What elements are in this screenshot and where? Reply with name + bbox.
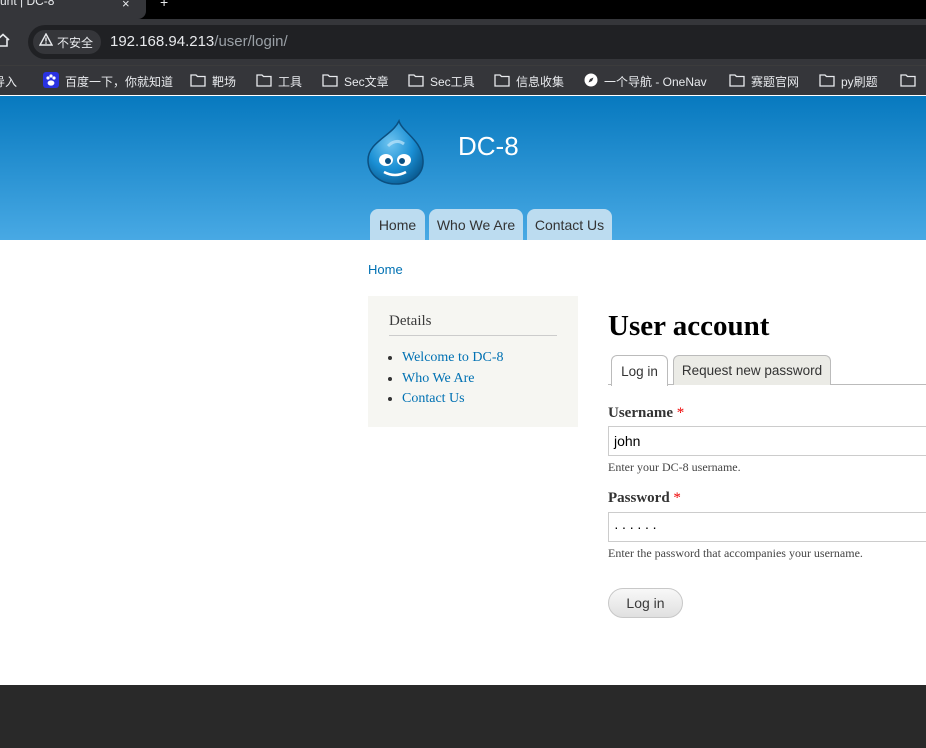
folder-icon (190, 73, 206, 90)
list-item: Contact Us (402, 389, 504, 410)
site-header: DC-8 Home Who We Are Contact Us (0, 96, 926, 240)
sidebar-title: Details (389, 313, 432, 329)
bookmark-folder-contest[interactable]: 赛题官网 (729, 72, 799, 90)
site-footer (0, 685, 926, 748)
browser-tab-bar: unt | DC-8 × + (0, 0, 926, 19)
security-chip[interactable]: 不安全 (33, 30, 102, 54)
bookmark-folder-info-gathering[interactable]: 信息收集 (494, 72, 564, 90)
log-in-button[interactable]: Log in (608, 588, 683, 618)
warning-icon (38, 32, 54, 51)
username-input[interactable]: john (608, 426, 926, 456)
sidebar-menu: Welcome to DC-8 Who We Are Contact Us (402, 348, 504, 410)
list-item: Welcome to DC-8 (402, 348, 504, 369)
password-input[interactable]: ······ (608, 512, 926, 542)
bookmark-import[interactable]: 导入 (0, 72, 17, 90)
tab-close-icon[interactable]: × (122, 0, 130, 11)
bookmarks-bar: 导入 百度一下，你就知道 靶场 工具 Sec文章 Sec工具 信息收集 一个导航… (0, 65, 926, 95)
bookmark-label: 信息收集 (516, 74, 565, 89)
password-description: Enter the password that accompanies your… (608, 546, 863, 560)
bookmark-baidu[interactable]: 百度一下，你就知道 (43, 71, 174, 91)
folder-icon (900, 73, 916, 90)
new-tab-icon[interactable]: + (160, 0, 168, 10)
username-label: Username * (608, 405, 684, 422)
url-text[interactable]: 192.168.94.213/user/login/ (110, 33, 288, 50)
bookmark-label: 百度一下，你就知道 (65, 74, 174, 89)
url-path: /user/login/ (214, 33, 288, 50)
nav-tab-contact-us[interactable]: Contact Us (527, 209, 612, 240)
bookmark-label: 赛题官网 (751, 74, 800, 89)
required-marker: * (676, 405, 685, 421)
drupal-logo-icon[interactable] (366, 118, 426, 186)
browser-tab[interactable]: unt | DC-8 × (0, 0, 146, 19)
bookmark-label: py刷题 (841, 74, 878, 89)
breadcrumb-home-link[interactable]: Home (368, 262, 403, 277)
username-description: Enter your DC-8 username. (608, 460, 741, 474)
username-label-text: Username (608, 405, 673, 421)
sidebar-divider (389, 335, 557, 336)
url-host: 192.168.94.213 (110, 33, 215, 50)
sidebar-link-who-we-are[interactable]: Who We Are (402, 371, 474, 386)
bookmark-label: 导入 (0, 74, 18, 89)
sidebar-details-block: Details Welcome to DC-8 Who We Are Conta… (368, 296, 578, 427)
bookmark-folder-range[interactable]: 靶场 (190, 72, 236, 90)
bookmark-onenav[interactable]: 一个导航 - OneNav (584, 72, 707, 90)
bookmark-label: Sec工具 (430, 74, 475, 89)
site-name[interactable]: DC-8 (458, 131, 519, 162)
sidebar-link-contact-us[interactable]: Contact Us (402, 391, 465, 406)
bookmark-label: 靶场 (212, 74, 237, 89)
nav-tab-home[interactable]: Home (370, 209, 425, 240)
sidebar-link-welcome[interactable]: Welcome to DC-8 (402, 350, 504, 365)
tab-log-in[interactable]: Log in (611, 355, 668, 386)
bookmark-folder-overflow[interactable] (900, 72, 916, 90)
bookmark-label: 工具 (278, 74, 303, 89)
bookmark-label: 一个导航 - OneNav (604, 74, 707, 89)
onenav-icon (584, 73, 598, 90)
folder-icon (729, 73, 745, 90)
bookmark-folder-tools[interactable]: 工具 (256, 72, 302, 90)
password-label: Password * (608, 490, 681, 507)
bookmark-folder-sec-articles[interactable]: Sec文章 (322, 72, 389, 90)
folder-icon (408, 73, 424, 90)
list-item: Who We Are (402, 369, 504, 390)
folder-icon (494, 73, 510, 90)
bookmark-folder-py[interactable]: py刷题 (819, 72, 878, 90)
folder-icon (819, 73, 835, 90)
bookmark-folder-sec-tools[interactable]: Sec工具 (408, 72, 475, 90)
nav-tab-who-we-are[interactable]: Who We Are (429, 209, 523, 240)
bookmark-label: Sec文章 (344, 74, 389, 89)
home-icon[interactable] (0, 33, 10, 52)
folder-icon (322, 73, 338, 90)
page-title: User account (608, 310, 770, 342)
tab-request-new-password[interactable]: Request new password (673, 355, 831, 385)
folder-icon (256, 73, 272, 90)
tab-title: unt | DC-8 (0, 0, 55, 8)
password-label-text: Password (608, 490, 670, 506)
baidu-icon (43, 71, 59, 91)
security-label: 不安全 (57, 35, 94, 50)
browser-toolbar: 不安全 192.168.94.213/user/login/ (0, 19, 926, 65)
address-bar[interactable]: 不安全 192.168.94.213/user/login/ (28, 25, 926, 59)
required-marker: * (673, 490, 681, 506)
